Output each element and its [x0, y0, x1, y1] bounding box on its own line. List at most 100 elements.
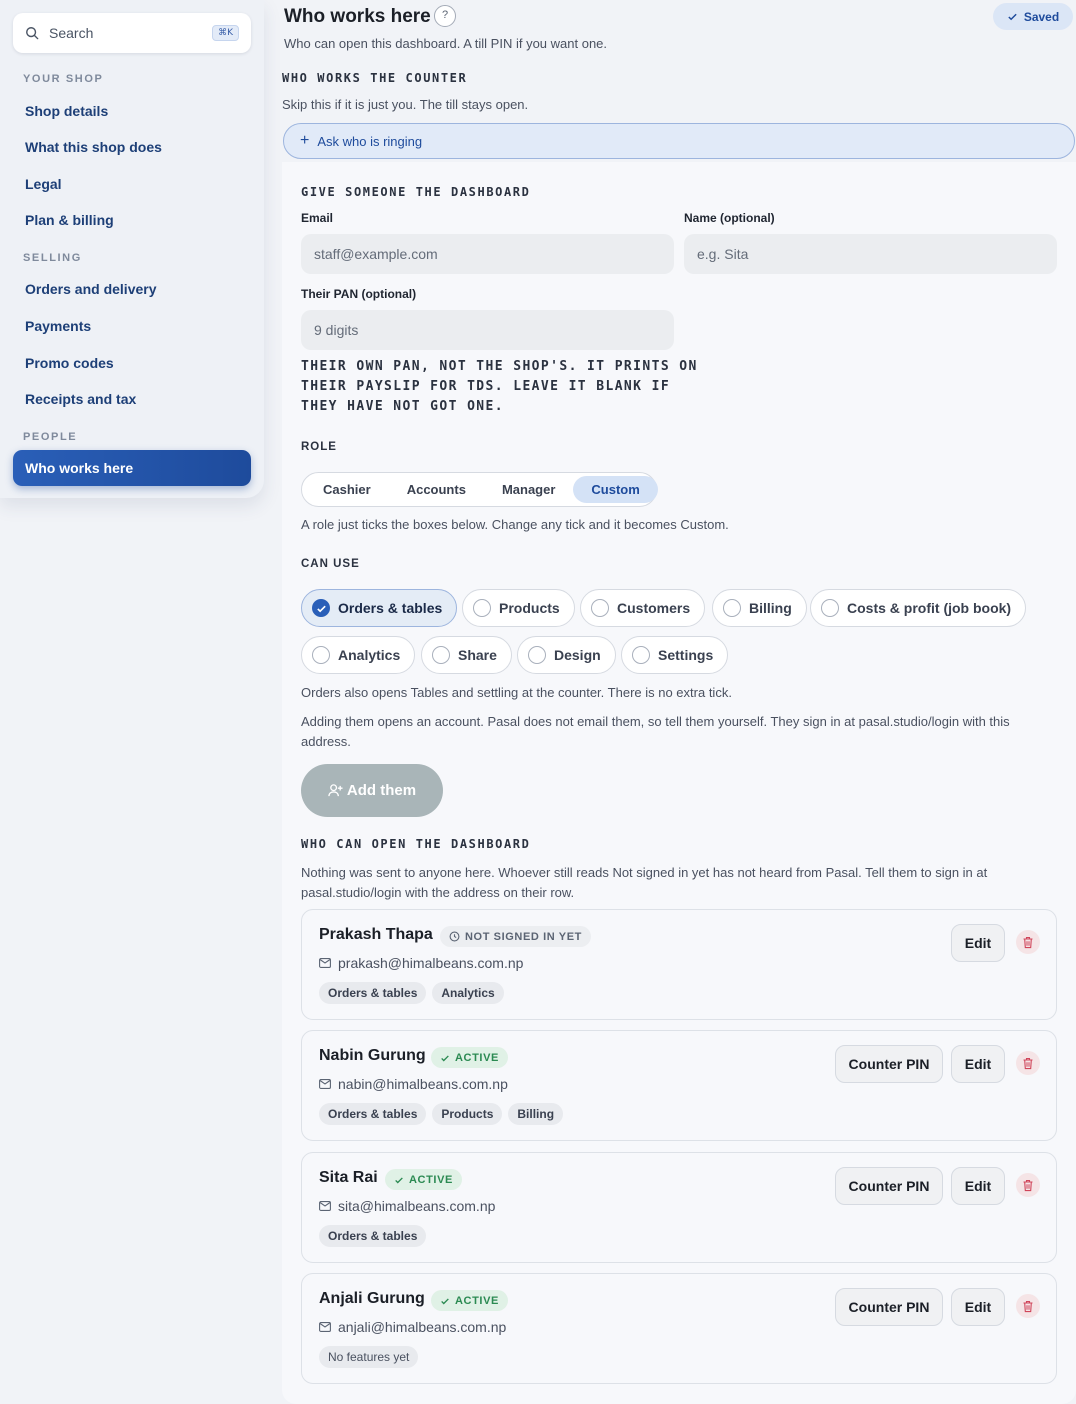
feature-settings[interactable]: Settings	[621, 636, 729, 674]
counter-pin-button[interactable]: Counter PIN	[835, 1045, 943, 1083]
check-icon	[441, 1297, 449, 1304]
mail-icon	[319, 1079, 331, 1089]
feature-design[interactable]: Design	[517, 636, 616, 674]
trash-icon	[1023, 936, 1033, 948]
role-manager[interactable]: Manager	[484, 476, 573, 503]
counter-pin-button[interactable]: Counter PIN	[835, 1288, 943, 1326]
member-email: anjali@himalbeans.com.np	[319, 1319, 506, 1335]
feature-label: Design	[554, 647, 601, 663]
check-icon	[1008, 13, 1017, 21]
feature-billing[interactable]: Billing	[712, 589, 807, 627]
member-email-text: nabin@himalbeans.com.np	[338, 1076, 508, 1092]
search-icon	[26, 27, 39, 40]
edit-button[interactable]: Edit	[951, 1045, 1005, 1083]
member-features: Orders & tables Products Billing	[319, 1103, 564, 1125]
name-field[interactable]	[684, 234, 1057, 274]
sidebar-item-shop-details[interactable]: Shop details	[25, 103, 108, 119]
add-them-button[interactable]: Add them	[301, 764, 443, 817]
account-note: Adding them opens an account. Pasal does…	[301, 714, 1010, 749]
counter-section-title: WHO WORKS THE COUNTER	[282, 71, 468, 85]
sidebar-item-receipts-tax[interactable]: Receipts and tax	[25, 391, 136, 407]
feature-label: Costs & profit (job book)	[847, 600, 1012, 616]
feature-customers[interactable]: Customers	[580, 589, 706, 627]
edit-button[interactable]: Edit	[951, 1288, 1005, 1326]
member-email: prakash@himalbeans.com.np	[319, 955, 523, 971]
pan-note: THEIR OWN PAN, NOT THE SHOP'S. IT PRINTS…	[301, 359, 698, 414]
team-section-title: WHO CAN OPEN THE DASHBOARD	[301, 837, 531, 851]
counter-pin-button[interactable]: Counter PIN	[835, 1167, 943, 1205]
feature-label: Products	[499, 600, 560, 616]
email-label: Email	[301, 211, 334, 225]
role-custom[interactable]: Custom	[573, 476, 658, 503]
search-label: Search	[49, 25, 94, 41]
checkbox-icon	[312, 646, 330, 664]
status-badge: ACTIVE	[431, 1047, 508, 1068]
feature-tag: Orders & tables	[319, 1103, 427, 1125]
member-card: Anjali Gurung ACTIVE anjali@himalbeans.c…	[301, 1273, 1057, 1384]
member-email: nabin@himalbeans.com.np	[319, 1076, 508, 1092]
role-selector: Cashier Accounts Manager Custom	[301, 472, 658, 507]
sidebar-item-who-works-here[interactable]: Who works here	[13, 450, 251, 486]
mail-icon	[319, 1201, 331, 1211]
sidebar-item-plan-billing[interactable]: Plan & billing	[25, 212, 114, 228]
role-label: ROLE	[301, 441, 337, 453]
checkbox-icon	[632, 646, 650, 664]
checkbox-checked-icon	[312, 599, 330, 617]
feature-costs-profit[interactable]: Costs & profit (job book)	[810, 589, 1027, 627]
check-icon	[441, 1054, 449, 1061]
trash-icon	[1023, 1300, 1033, 1312]
saved-label: Saved	[1023, 9, 1060, 24]
mail-icon	[319, 958, 331, 968]
email-field[interactable]	[301, 234, 674, 274]
role-note: A role just ticks the boxes below. Chang…	[301, 517, 729, 532]
role-cashier[interactable]: Cashier	[305, 476, 389, 503]
feature-label: Share	[458, 647, 497, 663]
feature-tag: Orders & tables	[319, 1225, 427, 1247]
feature-orders-tables[interactable]: Orders & tables	[301, 589, 458, 627]
can-use-label: CAN USE	[301, 558, 360, 570]
trash-icon	[1023, 1057, 1033, 1069]
edit-button[interactable]: Edit	[951, 1167, 1005, 1205]
counter-description: Skip this if it is just you. The till st…	[282, 97, 529, 112]
help-icon[interactable]: ?	[434, 5, 456, 27]
feature-tag: Billing	[508, 1103, 564, 1125]
member-name: Sita Rai	[319, 1169, 378, 1186]
delete-button[interactable]	[1016, 930, 1040, 954]
feature-share[interactable]: Share	[421, 636, 512, 674]
status-label: ACTIVE	[455, 1051, 499, 1064]
role-accounts[interactable]: Accounts	[389, 476, 484, 503]
sidebar-item-orders-delivery[interactable]: Orders and delivery	[25, 281, 157, 297]
check-icon	[395, 1176, 403, 1183]
sidebar-item-legal[interactable]: Legal	[25, 176, 62, 192]
delete-button[interactable]	[1016, 1294, 1040, 1318]
sidebar-item-payments[interactable]: Payments	[25, 318, 91, 334]
pan-label: Their PAN (optional)	[301, 287, 417, 301]
plus-icon: +	[300, 132, 310, 149]
member-name: Nabin Gurung	[319, 1047, 426, 1064]
edit-button[interactable]: Edit	[951, 924, 1005, 962]
sidebar-section-people: PEOPLE	[23, 431, 78, 443]
feature-analytics[interactable]: Analytics	[301, 636, 416, 674]
member-card: Sita Rai ACTIVE sita@himalbeans.com.np O…	[301, 1152, 1057, 1263]
delete-button[interactable]	[1016, 1173, 1040, 1197]
member-features: Orders & tables Analytics	[319, 982, 504, 1004]
pan-field[interactable]	[301, 310, 674, 350]
delete-button[interactable]	[1016, 1051, 1040, 1075]
member-features: Orders & tables	[319, 1225, 427, 1247]
feature-products[interactable]: Products	[462, 589, 575, 627]
status-label: ACTIVE	[455, 1294, 499, 1307]
trash-icon	[1023, 1179, 1033, 1191]
feature-tag: Analytics	[432, 982, 504, 1004]
feature-label: Customers	[617, 600, 691, 616]
sidebar-item-promo-codes[interactable]: Promo codes	[25, 355, 114, 371]
status-label: NOT SIGNED IN YET	[465, 930, 582, 943]
page-subtitle: Who can open this dashboard. A till PIN …	[284, 36, 608, 51]
add-them-label: Add them	[346, 782, 417, 799]
ask-who-is-ringing-button[interactable]: + Ask who is ringing	[283, 123, 1075, 159]
checkbox-icon	[591, 599, 609, 617]
member-email-text: anjali@himalbeans.com.np	[338, 1319, 507, 1335]
sidebar-item-what-this-shop-does[interactable]: What this shop does	[25, 139, 162, 155]
sidebar: Search ⌘K YOUR SHOP Shop details What th…	[0, 0, 264, 498]
search-box[interactable]: Search ⌘K	[13, 13, 251, 53]
feature-label: Settings	[658, 647, 714, 663]
